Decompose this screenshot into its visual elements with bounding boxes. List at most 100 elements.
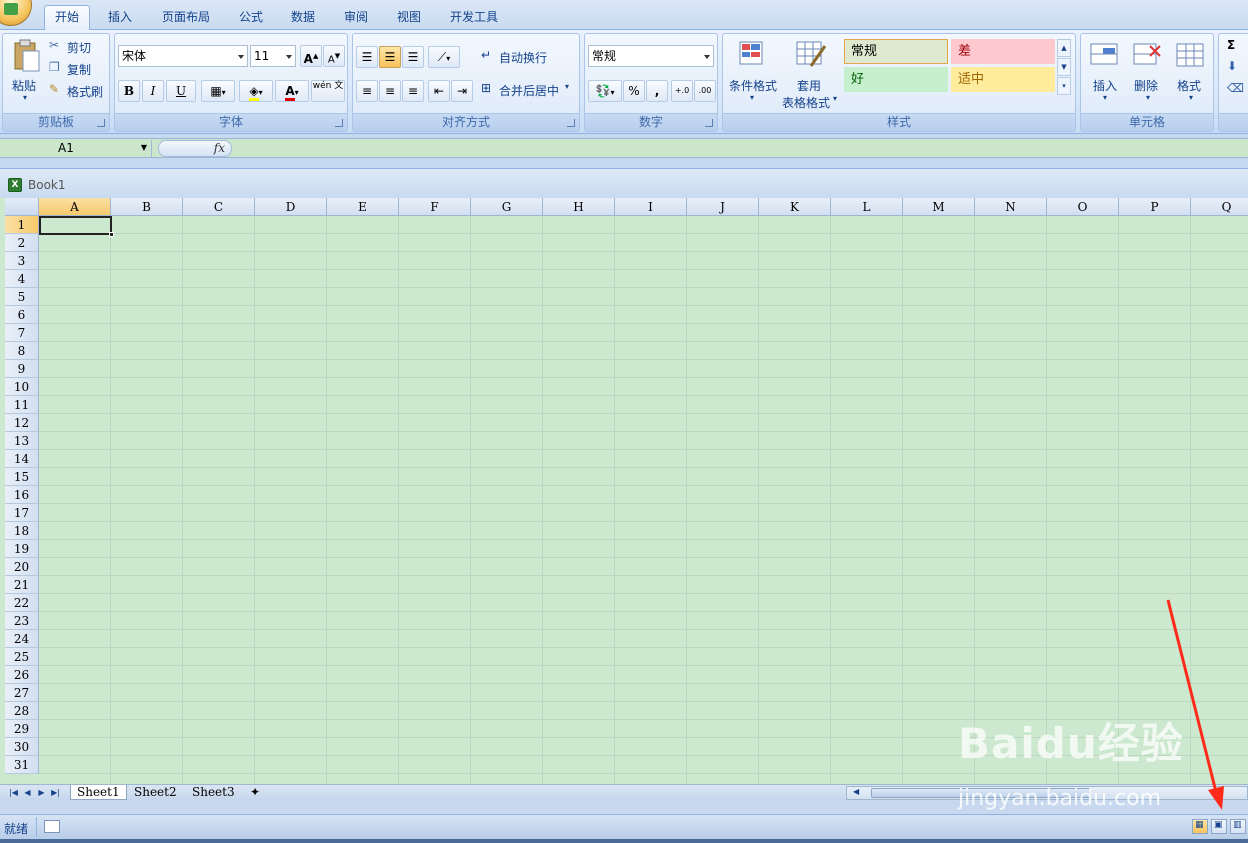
align-right-button[interactable]: ≡ (402, 80, 424, 102)
name-box[interactable]: A1 ▼ (2, 140, 152, 157)
row-header-2[interactable]: 2 (5, 234, 39, 252)
align-top-button[interactable]: ☰ (356, 46, 378, 68)
row-header-21[interactable]: 21 (5, 576, 39, 594)
row-header-11[interactable]: 11 (5, 396, 39, 414)
row-header-14[interactable]: 14 (5, 450, 39, 468)
wrap-text-button[interactable]: ↵ 自动换行 (481, 47, 576, 67)
font-name-select[interactable]: 宋体 (118, 45, 248, 67)
row-header-9[interactable]: 9 (5, 360, 39, 378)
fill-handle[interactable] (109, 232, 114, 237)
scroll-left-icon[interactable]: ◀ (853, 787, 859, 796)
tab-formulas[interactable]: 公式 (232, 7, 270, 30)
font-color-button[interactable]: A▾ (275, 80, 309, 102)
row-header-1[interactable]: 1 (5, 216, 39, 234)
phonetic-button[interactable]: wén 文 (311, 80, 345, 102)
page-break-view-button[interactable]: ▥ (1230, 819, 1246, 834)
styles-scroll-down-button[interactable]: ▼ (1057, 58, 1071, 76)
column-header-n[interactable]: N (975, 198, 1047, 216)
cell-style-bad[interactable]: 差 (951, 39, 1055, 64)
increase-indent-button[interactable]: ⇥ (451, 80, 473, 102)
tab-developer[interactable]: 开发工具 (444, 7, 504, 30)
row-header-3[interactable]: 3 (5, 252, 39, 270)
column-header-m[interactable]: M (903, 198, 975, 216)
cut-button[interactable]: ✂ 剪切 (49, 38, 109, 56)
next-sheet-icon[interactable]: ▶ (36, 787, 47, 798)
conditional-formatting-button[interactable]: 条件格式 ▾ (726, 37, 782, 109)
tab-page-layout[interactable]: 页面布局 (156, 7, 216, 30)
row-header-19[interactable]: 19 (5, 540, 39, 558)
tab-review[interactable]: 审阅 (337, 7, 375, 30)
column-header-q[interactable]: Q (1191, 198, 1248, 216)
dialog-launcher-icon[interactable] (97, 119, 105, 127)
orientation-button[interactable]: ⟋▾ (428, 46, 460, 68)
row-header-4[interactable]: 4 (5, 270, 39, 288)
column-header-j[interactable]: J (687, 198, 759, 216)
first-sheet-icon[interactable]: |◀ (8, 787, 19, 798)
decrease-indent-button[interactable]: ⇤ (428, 80, 450, 102)
styles-more-button[interactable]: ▾ (1057, 77, 1071, 95)
cell-style-normal[interactable]: 常规 (844, 39, 948, 64)
italic-button[interactable]: I (142, 80, 164, 102)
row-header-18[interactable]: 18 (5, 522, 39, 540)
format-painter-button[interactable]: ✎ 格式刷 (49, 82, 109, 100)
column-header-a[interactable]: A (39, 198, 111, 216)
dialog-launcher-icon[interactable] (567, 119, 575, 127)
insert-sheet-button[interactable]: ✦ (244, 785, 266, 800)
macro-record-icon[interactable] (44, 820, 60, 833)
column-header-i[interactable]: I (615, 198, 687, 216)
select-all-button[interactable] (5, 198, 39, 216)
number-format-select[interactable]: 常规 (588, 45, 714, 67)
row-header-8[interactable]: 8 (5, 342, 39, 360)
tab-home[interactable]: 开始 (44, 5, 90, 31)
column-header-k[interactable]: K (759, 198, 831, 216)
styles-scroll-up-button[interactable]: ▲ (1057, 39, 1071, 57)
increase-decimal-button[interactable]: +.0 (671, 80, 693, 102)
tab-view[interactable]: 视图 (390, 7, 428, 30)
prev-sheet-icon[interactable]: ◀ (22, 787, 33, 798)
currency-button[interactable]: 💱▾ (588, 80, 622, 102)
chevron-down-icon[interactable]: ▼ (141, 140, 147, 156)
row-header-30[interactable]: 30 (5, 738, 39, 756)
tab-insert[interactable]: 插入 (100, 7, 140, 30)
normal-view-button[interactable]: ▦ (1192, 819, 1208, 834)
row-header-10[interactable]: 10 (5, 378, 39, 396)
row-header-27[interactable]: 27 (5, 684, 39, 702)
cell-style-neutral[interactable]: 适中 (951, 67, 1055, 92)
tab-data[interactable]: 数据 (284, 7, 322, 30)
grow-font-button[interactable]: A▲ (300, 45, 322, 67)
column-header-g[interactable]: G (471, 198, 543, 216)
decrease-decimal-button[interactable]: .00 (694, 80, 716, 102)
insert-cells-button[interactable]: 插入 ▾ (1085, 37, 1125, 109)
font-size-select[interactable]: 11 (250, 45, 296, 67)
fill-color-button[interactable]: ◈▾ (239, 80, 273, 102)
fill-icon[interactable]: ⬇ (1227, 59, 1237, 73)
active-cell-a1[interactable] (39, 216, 114, 237)
row-header-12[interactable]: 12 (5, 414, 39, 432)
column-header-h[interactable]: H (543, 198, 615, 216)
row-header-7[interactable]: 7 (5, 324, 39, 342)
dialog-launcher-icon[interactable] (705, 119, 713, 127)
row-header-16[interactable]: 16 (5, 486, 39, 504)
merge-center-button[interactable]: ⊞ 合并后居中 ▾ (481, 80, 576, 100)
column-header-e[interactable]: E (327, 198, 399, 216)
delete-cells-button[interactable]: 删除 ▾ (1128, 37, 1168, 109)
underline-button[interactable]: U (166, 80, 196, 102)
align-middle-button[interactable]: ☰ (379, 46, 401, 68)
row-header-31[interactable]: 31 (5, 756, 39, 774)
column-header-l[interactable]: L (831, 198, 903, 216)
column-header-c[interactable]: C (183, 198, 255, 216)
last-sheet-icon[interactable]: ▶| (50, 787, 61, 798)
cell-area[interactable] (39, 216, 1248, 784)
column-header-o[interactable]: O (1047, 198, 1119, 216)
row-header-13[interactable]: 13 (5, 432, 39, 450)
row-header-17[interactable]: 17 (5, 504, 39, 522)
row-header-15[interactable]: 15 (5, 468, 39, 486)
paste-button[interactable]: 粘贴 ▾ (7, 37, 43, 107)
percent-button[interactable]: % (623, 80, 645, 102)
row-header-25[interactable]: 25 (5, 648, 39, 666)
borders-button[interactable]: ▦▾ (201, 80, 235, 102)
cell-style-good[interactable]: 好 (844, 67, 948, 92)
column-header-b[interactable]: B (111, 198, 183, 216)
comma-button[interactable]: , (646, 80, 668, 102)
shrink-font-button[interactable]: A▼ (323, 45, 345, 67)
